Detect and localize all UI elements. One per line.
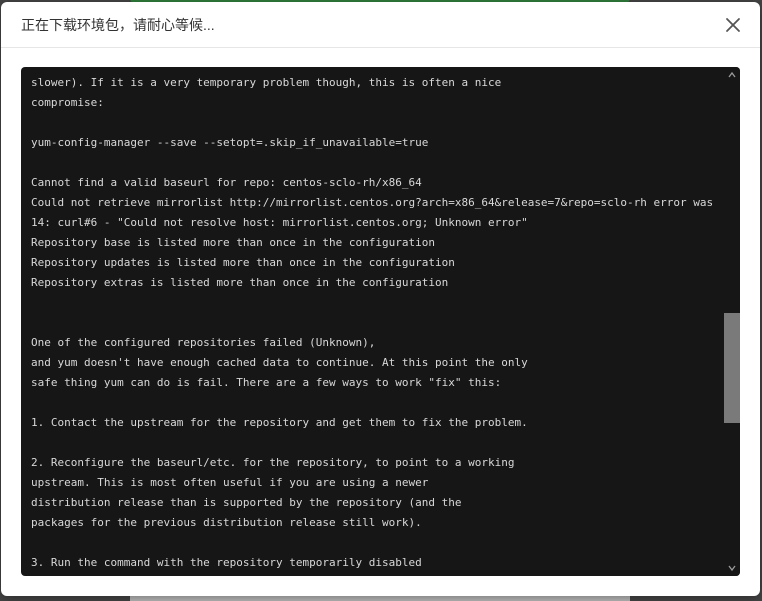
console-line: slower). If it is a very temporary probl… xyxy=(31,76,502,89)
console-line: compromise: xyxy=(31,96,104,109)
close-icon xyxy=(726,18,740,32)
console-line: upstream. This is most often useful if y… xyxy=(31,476,429,489)
dialog-header: 正在下载环境包，请耐心等候... xyxy=(1,2,760,48)
console-line: Repository updates is listed more than o… xyxy=(31,256,455,269)
console-line: 2. Reconfigure the baseurl/etc. for the … xyxy=(31,456,515,469)
console-line: 14: curl#6 - "Could not resolve host: mi… xyxy=(31,216,528,229)
close-button[interactable] xyxy=(722,14,744,36)
console-line: 1. Contact the upstream for the reposito… xyxy=(31,416,528,429)
console-line: Repository base is listed more than once… xyxy=(31,236,435,249)
console-line: safe thing yum can do is fail. There are… xyxy=(31,376,502,389)
console-line: packages for the previous distribution r… xyxy=(31,516,422,529)
console-line: and yum doesn't have enough cached data … xyxy=(31,356,528,369)
chevron-down-icon[interactable] xyxy=(727,563,737,573)
console-log-text: slower). If it is a very temporary probl… xyxy=(31,73,726,573)
console-scrollbar[interactable] xyxy=(724,67,740,576)
console-line: One of the configured repositories faile… xyxy=(31,336,376,349)
console-line: yum-config-manager --save --setopt=.skip… xyxy=(31,136,429,149)
scroll-thumb[interactable] xyxy=(724,313,740,423)
console-line: Could not retrieve mirrorlist http://mir… xyxy=(31,196,714,209)
console-line: Repository extras is listed more than on… xyxy=(31,276,449,289)
console-line: Cannot find a valid baseurl for repo: ce… xyxy=(31,176,422,189)
console-output: slower). If it is a very temporary probl… xyxy=(21,67,740,576)
dialog-title: 正在下载环境包，请耐心等候... xyxy=(21,17,215,33)
console-line: 3. Run the command with the repository t… xyxy=(31,556,422,569)
chevron-up-icon[interactable] xyxy=(727,70,737,80)
console-line: distribution release than is supported b… xyxy=(31,496,462,509)
download-dialog: 正在下载环境包，请耐心等候... slower). If it is a ver… xyxy=(1,2,760,596)
